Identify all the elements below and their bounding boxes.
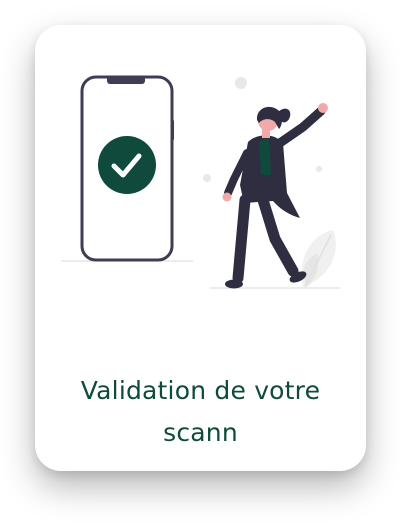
validation-title-line-1: Validation de votre bbox=[80, 376, 321, 405]
page: Validation de votre scann bbox=[0, 0, 414, 529]
check-circle-icon bbox=[98, 136, 156, 194]
validation-title: Validation de votre scann bbox=[35, 370, 366, 454]
validation-card: Validation de votre scann bbox=[35, 25, 366, 471]
validation-title-line-2: scann bbox=[163, 418, 238, 447]
decor-dot-icon bbox=[235, 77, 247, 89]
decor-dot-icon bbox=[203, 174, 211, 182]
scan-success-illustration bbox=[61, 75, 340, 289]
decor-dot-icon bbox=[316, 166, 322, 172]
plant-icon bbox=[301, 230, 336, 288]
